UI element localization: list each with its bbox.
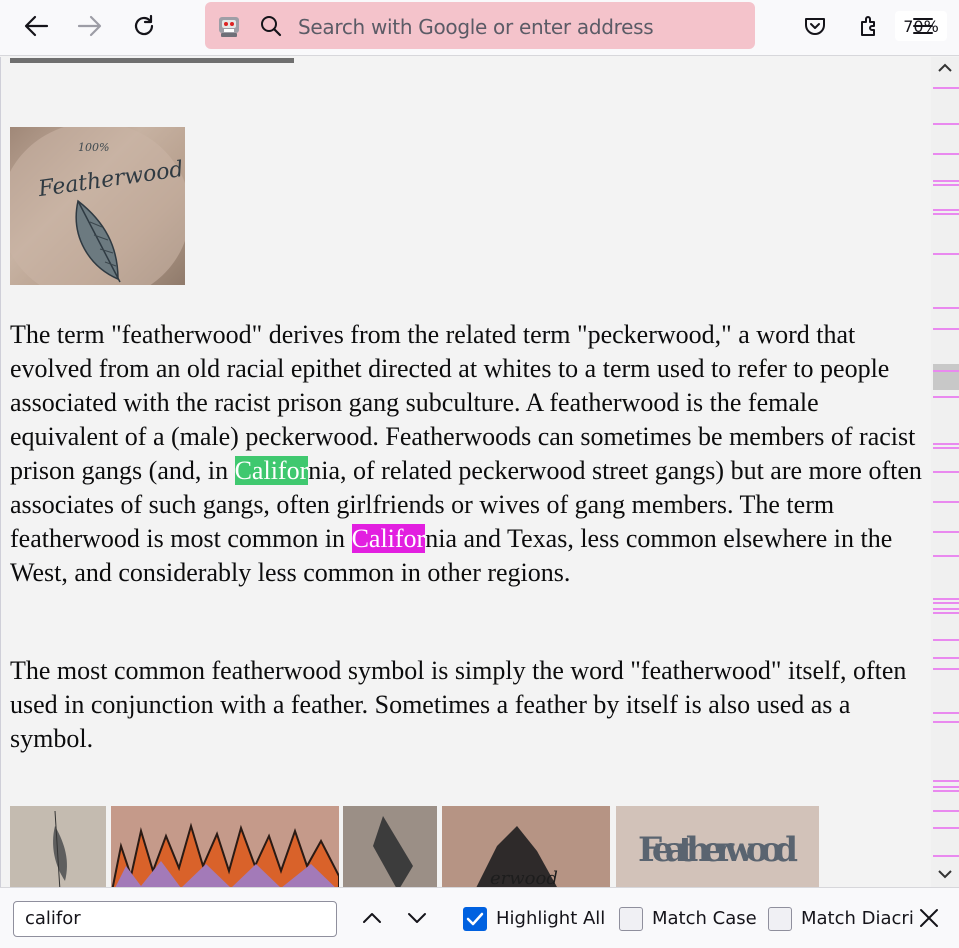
highlight-all-checkbox[interactable] [463,907,487,931]
find-match-marker [933,123,959,125]
pocket-button[interactable] [796,8,834,44]
svg-text:100%: 100% [78,141,109,154]
back-arrow-icon [24,15,49,37]
find-match-marker [933,328,959,330]
find-match-marker [933,602,959,604]
find-match-marker [933,657,959,659]
match-case-checkbox[interactable] [619,907,643,931]
find-match-marker [933,810,959,812]
find-match-marker [933,555,959,557]
extensions-button[interactable] [850,8,888,44]
browser-toolbar: Search with Google or enter address 70% [0,0,959,56]
match-diacritics-label[interactable]: Match Diacri [801,908,914,929]
menu-button[interactable] [904,8,942,44]
find-match-marker [933,153,959,155]
find-input[interactable]: califor [13,901,337,937]
find-match-marker [933,180,959,182]
find-match-marker [933,443,959,445]
featherwood-tattoo-image: 100% Featherwood [10,127,185,285]
find-match-marker [933,396,959,398]
back-button[interactable] [17,8,55,44]
puzzle-icon [861,16,875,36]
thumbnail-image [111,806,339,887]
match-case-label[interactable]: Match Case [652,908,757,929]
find-match-marker [933,721,959,723]
checkmark-icon [466,912,484,926]
thumbnail-image: erwood [442,806,610,887]
thumbnail-image [343,806,437,887]
find-match-marker [933,639,959,641]
find-match-marker [933,786,959,788]
find-match-marker [933,253,959,255]
find-match-current: Califor [234,456,309,485]
robot-icon [219,17,239,37]
find-match-marker [933,307,959,309]
forward-button[interactable] [71,8,109,44]
article-paragraph-1: The term "featherwood" derives from the … [10,318,925,590]
find-match-marker [933,598,959,600]
reload-button[interactable] [125,8,163,44]
vertical-scrollbar[interactable] [931,57,959,887]
find-previous-icon[interactable] [360,906,384,930]
find-match-highlight: Califor [351,524,426,553]
find-match-marker [933,790,959,792]
find-match-marker [933,608,959,610]
find-match-marker [933,712,959,714]
find-match-marker [933,612,959,614]
forward-arrow-icon [77,15,102,37]
page-content: 100% Featherwood The term "featherwood" … [0,57,931,887]
close-find-bar-icon[interactable] [918,907,940,929]
scrollbar-thumb[interactable] [933,364,959,390]
find-match-marker [933,827,959,829]
url-placeholder[interactable]: Search with Google or enter address [298,15,654,39]
find-match-marker [933,471,959,473]
scroll-down-icon[interactable] [937,867,953,881]
find-next-icon[interactable] [405,906,429,930]
thumbnail-image [10,806,106,887]
hamburger-menu-icon [913,18,933,34]
highlight-all-label[interactable]: Highlight All [496,908,605,929]
find-match-marker [933,213,959,215]
article-paragraph-2: The most common featherwood symbol is si… [10,656,907,753]
url-bar[interactable]: Search with Google or enter address 70% [205,2,947,49]
find-match-marker [933,370,959,372]
find-match-marker [933,184,959,186]
page-divider [10,58,294,63]
search-icon [261,16,282,37]
reload-icon [134,14,154,36]
pocket-icon [805,18,825,35]
find-match-marker [933,668,959,670]
match-diacritics-checkbox[interactable] [768,907,792,931]
find-match-marker [933,87,959,89]
find-match-marker [933,209,959,211]
find-match-marker [933,501,959,503]
thumbnail-caption: Featherwood [638,830,798,870]
thumbnail-image: Featherwood [616,806,819,887]
svg-text:erwood: erwood [490,868,558,887]
scroll-up-icon[interactable] [937,61,953,75]
find-match-marker [933,855,959,857]
find-match-marker [933,780,959,782]
find-match-marker [933,447,959,449]
find-match-marker [933,531,959,533]
find-bar: califor Highlight All Match Case Match D… [0,887,959,948]
